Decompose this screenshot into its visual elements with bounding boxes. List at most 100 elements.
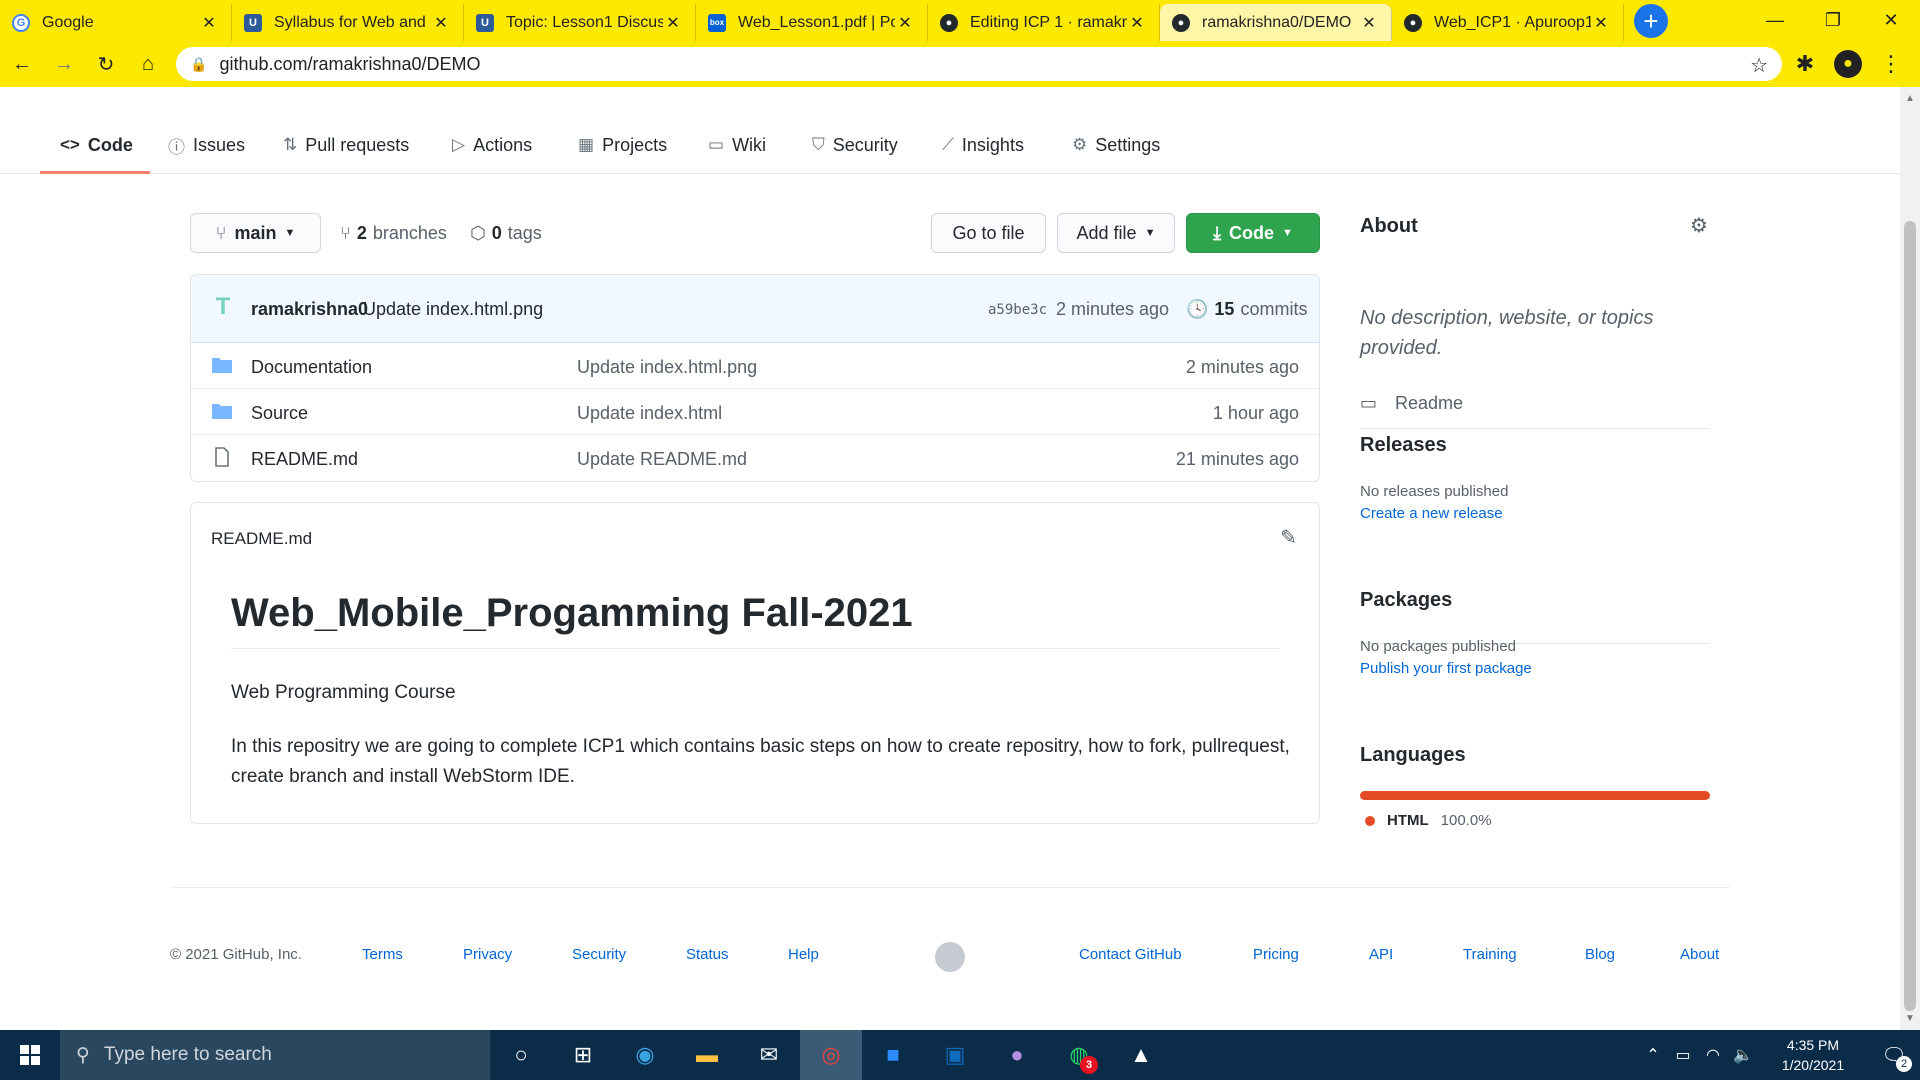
- readme-link[interactable]: Readme: [1395, 393, 1463, 414]
- windows-logo-icon: [20, 1045, 40, 1065]
- footer-help-link[interactable]: Help: [788, 946, 819, 963]
- footer-blog-link[interactable]: Blog: [1585, 946, 1615, 963]
- page-scrollbar[interactable]: ▲ ▼: [1900, 87, 1920, 1030]
- task-view-icon[interactable]: ⊞: [552, 1030, 614, 1080]
- browser-tab-demo[interactable]: ● ramakrishna0/DEMO ✕: [1160, 4, 1392, 41]
- tab-pull-requests[interactable]: ⇅ Pull requests: [283, 130, 409, 160]
- restore-icon[interactable]: ❐: [1804, 0, 1862, 41]
- scrollbar-thumb[interactable]: [1904, 221, 1916, 1011]
- mail-icon[interactable]: ✉: [738, 1030, 800, 1080]
- reload-icon[interactable]: ↻: [86, 44, 126, 84]
- photos-icon[interactable]: ▲: [1110, 1030, 1172, 1080]
- address-bar[interactable]: 🔒 github.com/ramakrishna0/DEMO ☆: [176, 47, 1782, 81]
- file-name-link[interactable]: Source: [251, 403, 308, 424]
- commit-message[interactable]: Update index.html.png: [363, 299, 543, 320]
- go-to-file-button[interactable]: Go to file: [931, 213, 1046, 253]
- footer-terms-link[interactable]: Terms: [362, 946, 403, 963]
- file-name-link[interactable]: README.md: [251, 449, 358, 470]
- file-name-link[interactable]: Documentation: [251, 357, 372, 378]
- footer-status-link[interactable]: Status: [686, 946, 729, 963]
- lock-icon[interactable]: 🔒: [190, 56, 207, 73]
- taskbar-clock[interactable]: 4:35 PM 1/20/2021: [1758, 1035, 1868, 1075]
- footer-pricing-link[interactable]: Pricing: [1253, 946, 1299, 963]
- browser-tab-syllabus[interactable]: U Syllabus for Web and Mobile ✕: [232, 4, 464, 41]
- footer-about-link[interactable]: About: [1680, 946, 1719, 963]
- new-tab-button[interactable]: +: [1634, 4, 1668, 38]
- file-explorer-icon[interactable]: ▬: [676, 1030, 738, 1080]
- forward-icon[interactable]: →: [44, 44, 84, 84]
- browser-tab-google[interactable]: G Google ✕: [0, 4, 232, 41]
- browser-tab-discussion[interactable]: U Topic: Lesson1 Discussion ✕: [464, 4, 696, 41]
- close-icon[interactable]: ✕: [431, 13, 451, 33]
- language-item[interactable]: HTML 100.0%: [1365, 812, 1492, 829]
- tab-projects[interactable]: ▦ Projects: [578, 130, 667, 160]
- footer-contact-link[interactable]: Contact GitHub: [1079, 946, 1182, 963]
- gear-icon[interactable]: ⚙: [1690, 213, 1708, 238]
- branch-icon: ⑂: [340, 223, 351, 243]
- home-icon[interactable]: ⌂: [128, 44, 168, 84]
- close-icon[interactable]: ✕: [199, 13, 219, 33]
- readme-filename[interactable]: README.md: [211, 529, 312, 549]
- commit-sha[interactable]: a59be3c: [988, 302, 1047, 318]
- profile-avatar-icon[interactable]: ●: [1834, 50, 1862, 78]
- file-commit-message[interactable]: Update index.html: [577, 403, 722, 424]
- publish-package-link[interactable]: Publish your first package: [1360, 660, 1532, 677]
- commit-author[interactable]: ramakrishna0: [251, 299, 368, 320]
- create-release-link[interactable]: Create a new release: [1360, 505, 1503, 522]
- footer-api-link[interactable]: API: [1369, 946, 1393, 963]
- tab-insights[interactable]: ⟋ Insights: [942, 130, 1024, 160]
- wifi-icon[interactable]: ◠: [1698, 1045, 1728, 1065]
- commits-link[interactable]: 🕓 15 commits: [1186, 299, 1307, 320]
- scroll-up-icon[interactable]: ▲: [1905, 93, 1915, 104]
- back-icon[interactable]: ←: [2, 44, 42, 84]
- notification-icon[interactable]: 🗨 2: [1868, 1030, 1920, 1080]
- extensions-icon[interactable]: ✱: [1786, 45, 1824, 83]
- chrome-icon[interactable]: ◎: [800, 1030, 862, 1080]
- branch-select-button[interactable]: ⑂ main ▼: [190, 213, 321, 253]
- github-desktop-icon[interactable]: ●: [986, 1030, 1048, 1080]
- chevron-up-icon[interactable]: ⌃: [1638, 1045, 1668, 1065]
- close-icon[interactable]: ✕: [663, 13, 683, 33]
- tab-wiki[interactable]: ▭ Wiki: [708, 130, 766, 160]
- footer-security-link[interactable]: Security: [572, 946, 626, 963]
- battery-icon[interactable]: ▭: [1668, 1045, 1698, 1065]
- tags-link[interactable]: ⬡ 0 tags: [470, 223, 542, 244]
- cortana-icon[interactable]: ○: [490, 1030, 552, 1080]
- scroll-down-icon[interactable]: ▼: [1905, 1013, 1915, 1024]
- browser-tab-pdf[interactable]: box Web_Lesson1.pdf | Powered by Box ✕: [696, 4, 928, 41]
- footer-training-link[interactable]: Training: [1463, 946, 1517, 963]
- tab-issues[interactable]: ⓘ Issues: [168, 130, 245, 160]
- tab-settings[interactable]: ⚙ Settings: [1072, 130, 1160, 160]
- browser-tab-editing-icp[interactable]: ● Editing ICP 1 · ramakrishna0 ✕: [928, 4, 1160, 41]
- start-button[interactable]: [0, 1030, 60, 1080]
- packages-title[interactable]: Packages: [1360, 589, 1452, 612]
- volume-icon[interactable]: 🔈: [1728, 1045, 1758, 1065]
- pencil-icon[interactable]: ✎: [1280, 525, 1297, 550]
- tab-actions[interactable]: ▷ Actions: [452, 130, 532, 160]
- file-commit-message[interactable]: Update index.html.png: [577, 357, 757, 378]
- edge-icon[interactable]: ◉: [614, 1030, 676, 1080]
- close-window-icon[interactable]: ✕: [1862, 0, 1920, 41]
- browser-tab-web-icp1[interactable]: ● Web_ICP1 · Apuroop1/Web ✕: [1392, 4, 1624, 41]
- branches-link[interactable]: ⑂ 2 branches: [340, 223, 447, 244]
- tab-security[interactable]: ⛉ Security: [812, 130, 898, 160]
- add-file-button[interactable]: Add file ▼: [1057, 213, 1175, 253]
- file-commit-message[interactable]: Update README.md: [577, 449, 747, 470]
- close-icon[interactable]: ✕: [1359, 13, 1379, 33]
- minimize-icon[interactable]: —: [1746, 0, 1804, 41]
- github-logo-icon[interactable]: [935, 942, 965, 972]
- releases-title[interactable]: Releases: [1360, 434, 1447, 457]
- zoom-icon[interactable]: ■: [862, 1030, 924, 1080]
- close-icon[interactable]: ✕: [1127, 13, 1147, 33]
- outlook-icon[interactable]: ▣: [924, 1030, 986, 1080]
- code-download-button[interactable]: ⤓ Code ▼: [1186, 213, 1320, 253]
- menu-kebab-icon[interactable]: ⋮: [1872, 45, 1910, 83]
- taskbar-search[interactable]: ⚲ Type here to search: [60, 1030, 490, 1080]
- close-icon[interactable]: ✕: [1591, 13, 1611, 33]
- avatar[interactable]: T: [211, 295, 235, 319]
- whatsapp-icon[interactable]: ◍ 3: [1048, 1030, 1110, 1080]
- close-icon[interactable]: ✕: [895, 13, 915, 33]
- bookmark-star-icon[interactable]: ☆: [1750, 53, 1768, 78]
- tab-code[interactable]: <> Code: [60, 130, 133, 160]
- footer-privacy-link[interactable]: Privacy: [463, 946, 512, 963]
